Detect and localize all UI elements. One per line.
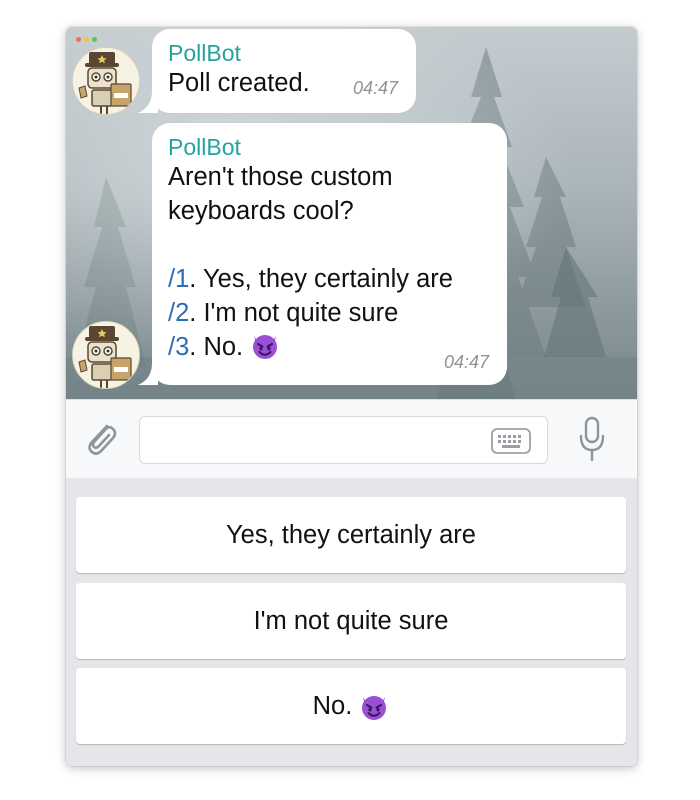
reply-button-label: Yes, they certainly are xyxy=(226,520,476,549)
command-link-1[interactable]: /1 xyxy=(168,265,189,293)
sender-name[interactable]: PollBot xyxy=(168,134,491,160)
reply-button-no[interactable]: No. xyxy=(76,668,626,744)
message-time: 04:47 xyxy=(352,78,398,98)
command-link-2[interactable]: /2 xyxy=(168,299,189,327)
message-input-bar xyxy=(66,399,637,478)
message-bubble[interactable]: PollBot Poll created. 04:47 xyxy=(152,29,416,113)
pollbot-avatar-icon[interactable] xyxy=(72,321,140,389)
command-link-3[interactable]: /3 xyxy=(168,333,189,361)
option-label: . Yes, they certainly are xyxy=(189,265,453,293)
reply-button-not-sure[interactable]: I'm not quite sure xyxy=(76,583,626,659)
poll-option-2: /2. I'm not quite sure xyxy=(168,296,491,330)
option-label: . I'm not quite sure xyxy=(189,299,399,327)
minimize-dot[interactable] xyxy=(84,37,89,42)
poll-option-1: /1. Yes, they certainly are xyxy=(168,262,491,296)
paperclip-icon[interactable] xyxy=(80,416,120,460)
reply-button-label: No. xyxy=(312,691,353,720)
reply-button-yes[interactable]: Yes, they certainly are xyxy=(76,497,626,573)
pollbot-avatar-icon[interactable] xyxy=(72,47,140,115)
smiling-devil-emoji-icon xyxy=(361,695,388,721)
poll-option-3: /3. No. xyxy=(168,330,491,364)
option-label: . No. xyxy=(189,333,244,361)
zoom-dot[interactable] xyxy=(92,37,97,42)
sender-name[interactable]: PollBot xyxy=(168,40,400,66)
close-dot[interactable] xyxy=(76,37,81,42)
chat-area[interactable]: PollBot Poll created. 04:47 PollBot Aren… xyxy=(66,27,637,399)
chat-window: PollBot Poll created. 04:47 PollBot Aren… xyxy=(66,27,637,766)
poll-question: Aren't those custom keyboards cool? xyxy=(168,163,393,225)
microphone-icon[interactable] xyxy=(577,414,607,464)
smiling-devil-emoji-icon xyxy=(252,334,279,360)
poll-spacer xyxy=(168,228,491,262)
message-time: 04:47 xyxy=(443,352,489,372)
keyboard-icon[interactable] xyxy=(491,428,531,454)
reply-button-label: I'm not quite sure xyxy=(253,606,449,635)
message-input[interactable] xyxy=(139,416,548,464)
poll-message-bubble[interactable]: PollBot Aren't those custom keyboards co… xyxy=(152,123,507,385)
window-controls xyxy=(76,37,97,42)
custom-reply-keyboard: Yes, they certainly are I'm not quite su… xyxy=(66,478,637,766)
